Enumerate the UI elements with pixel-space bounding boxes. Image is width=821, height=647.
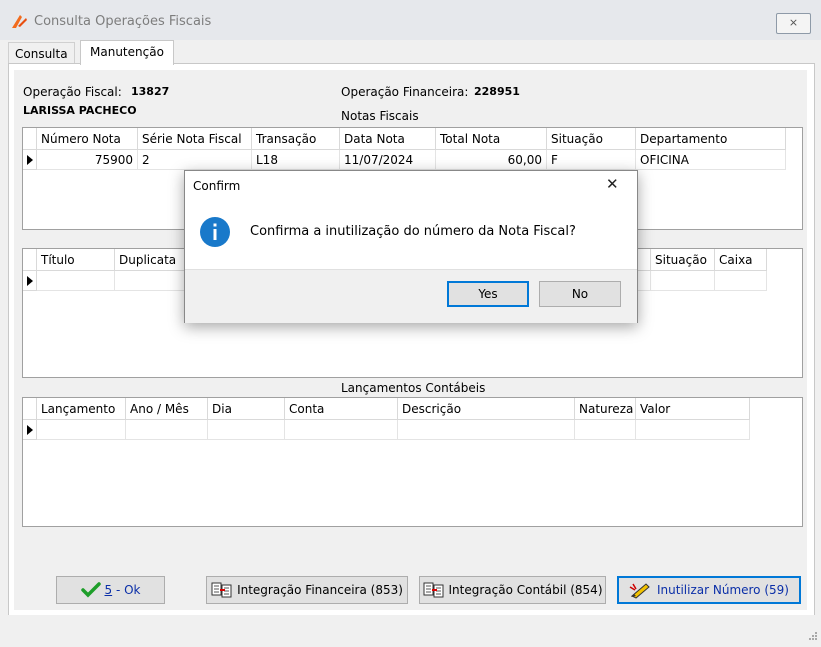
- col-serie-nota[interactable]: Série Nota Fiscal: [138, 128, 252, 150]
- dialog-title: Confirm: [193, 179, 241, 193]
- col-titulo[interactable]: Título: [37, 249, 115, 271]
- grid-corner: [23, 398, 37, 420]
- window-close-button[interactable]: ⨯: [776, 13, 811, 34]
- documents-transfer-icon: [211, 582, 232, 598]
- client-name: LARISSA PACHECO: [23, 104, 137, 117]
- title-bar: Consulta Operações Fiscais ⨯: [0, 0, 821, 40]
- ok-button[interactable]: 5 - Ok: [56, 576, 165, 604]
- row-indicator: [23, 150, 37, 170]
- resize-grip-icon[interactable]: [806, 631, 818, 643]
- integracao-contabil-button[interactable]: Integração Contábil (854): [419, 576, 606, 604]
- col-natureza[interactable]: Natureza: [575, 398, 636, 420]
- col-transacao[interactable]: Transação: [252, 128, 340, 150]
- col-dia[interactable]: Dia: [208, 398, 285, 420]
- op-fiscal-value: 13827: [131, 85, 170, 98]
- col-situacao-titulo[interactable]: Situação: [651, 249, 715, 271]
- yes-button[interactable]: Yes: [447, 281, 529, 307]
- op-fiscal-label: Operação Fiscal:: [23, 85, 122, 99]
- dialog-message: Confirma a inutilização do número da Not…: [250, 224, 576, 239]
- integracao-financeira-button[interactable]: Integração Financeira (853): [206, 576, 408, 604]
- tab-strip: Consulta Manutenção: [8, 40, 813, 65]
- notas-fiscais-caption: Notas Fiscais: [341, 109, 419, 123]
- row-indicator: [23, 271, 37, 291]
- eraser-pencil-icon: [629, 583, 650, 599]
- lancamentos-grid[interactable]: Lançamento Ano / Mês Dia Conta Descrição…: [22, 397, 803, 527]
- lancamentos-caption: Lançamentos Contábeis: [341, 381, 486, 395]
- op-financeira-label: Operação Financeira:: [341, 85, 469, 99]
- window-title: Consulta Operações Fiscais: [34, 14, 212, 29]
- col-departamento[interactable]: Departamento: [636, 128, 786, 150]
- tab-consulta[interactable]: Consulta: [8, 42, 75, 63]
- col-numero-nota[interactable]: Número Nota: [37, 128, 138, 150]
- col-caixa[interactable]: Caixa: [715, 249, 767, 271]
- dialog-close-button[interactable]: ✕: [606, 175, 619, 193]
- col-total-nota[interactable]: Total Nota: [436, 128, 547, 150]
- tab-manutencao[interactable]: Manutenção: [80, 40, 174, 65]
- col-lancamento[interactable]: Lançamento: [37, 398, 126, 420]
- grid-corner: [23, 128, 37, 150]
- table-row[interactable]: [23, 420, 750, 440]
- col-situacao[interactable]: Situação: [547, 128, 636, 150]
- documents-transfer-icon: [423, 582, 443, 598]
- table-row[interactable]: 75900 2 L18 11/07/2024 60,00 F OFICINA: [23, 150, 786, 170]
- app-logo-icon: [12, 15, 27, 28]
- col-valor[interactable]: Valor: [636, 398, 750, 420]
- status-bar: [0, 615, 821, 647]
- confirm-dialog: Confirm ✕ Confirma a inutilização do núm…: [184, 170, 638, 323]
- col-ano-mes[interactable]: Ano / Mês: [126, 398, 208, 420]
- grid-corner: [23, 249, 37, 271]
- col-descricao[interactable]: Descrição: [398, 398, 575, 420]
- col-data-nota[interactable]: Data Nota: [340, 128, 436, 150]
- close-icon: ⨯: [788, 16, 799, 29]
- row-indicator: [23, 420, 37, 440]
- col-conta[interactable]: Conta: [285, 398, 398, 420]
- inutilizar-numero-button[interactable]: Inutilizar Número (59): [617, 576, 801, 604]
- no-button[interactable]: No: [539, 281, 621, 307]
- op-financeira-value: 228951: [474, 85, 520, 98]
- checkmark-icon: [80, 582, 101, 598]
- info-icon: [200, 217, 230, 247]
